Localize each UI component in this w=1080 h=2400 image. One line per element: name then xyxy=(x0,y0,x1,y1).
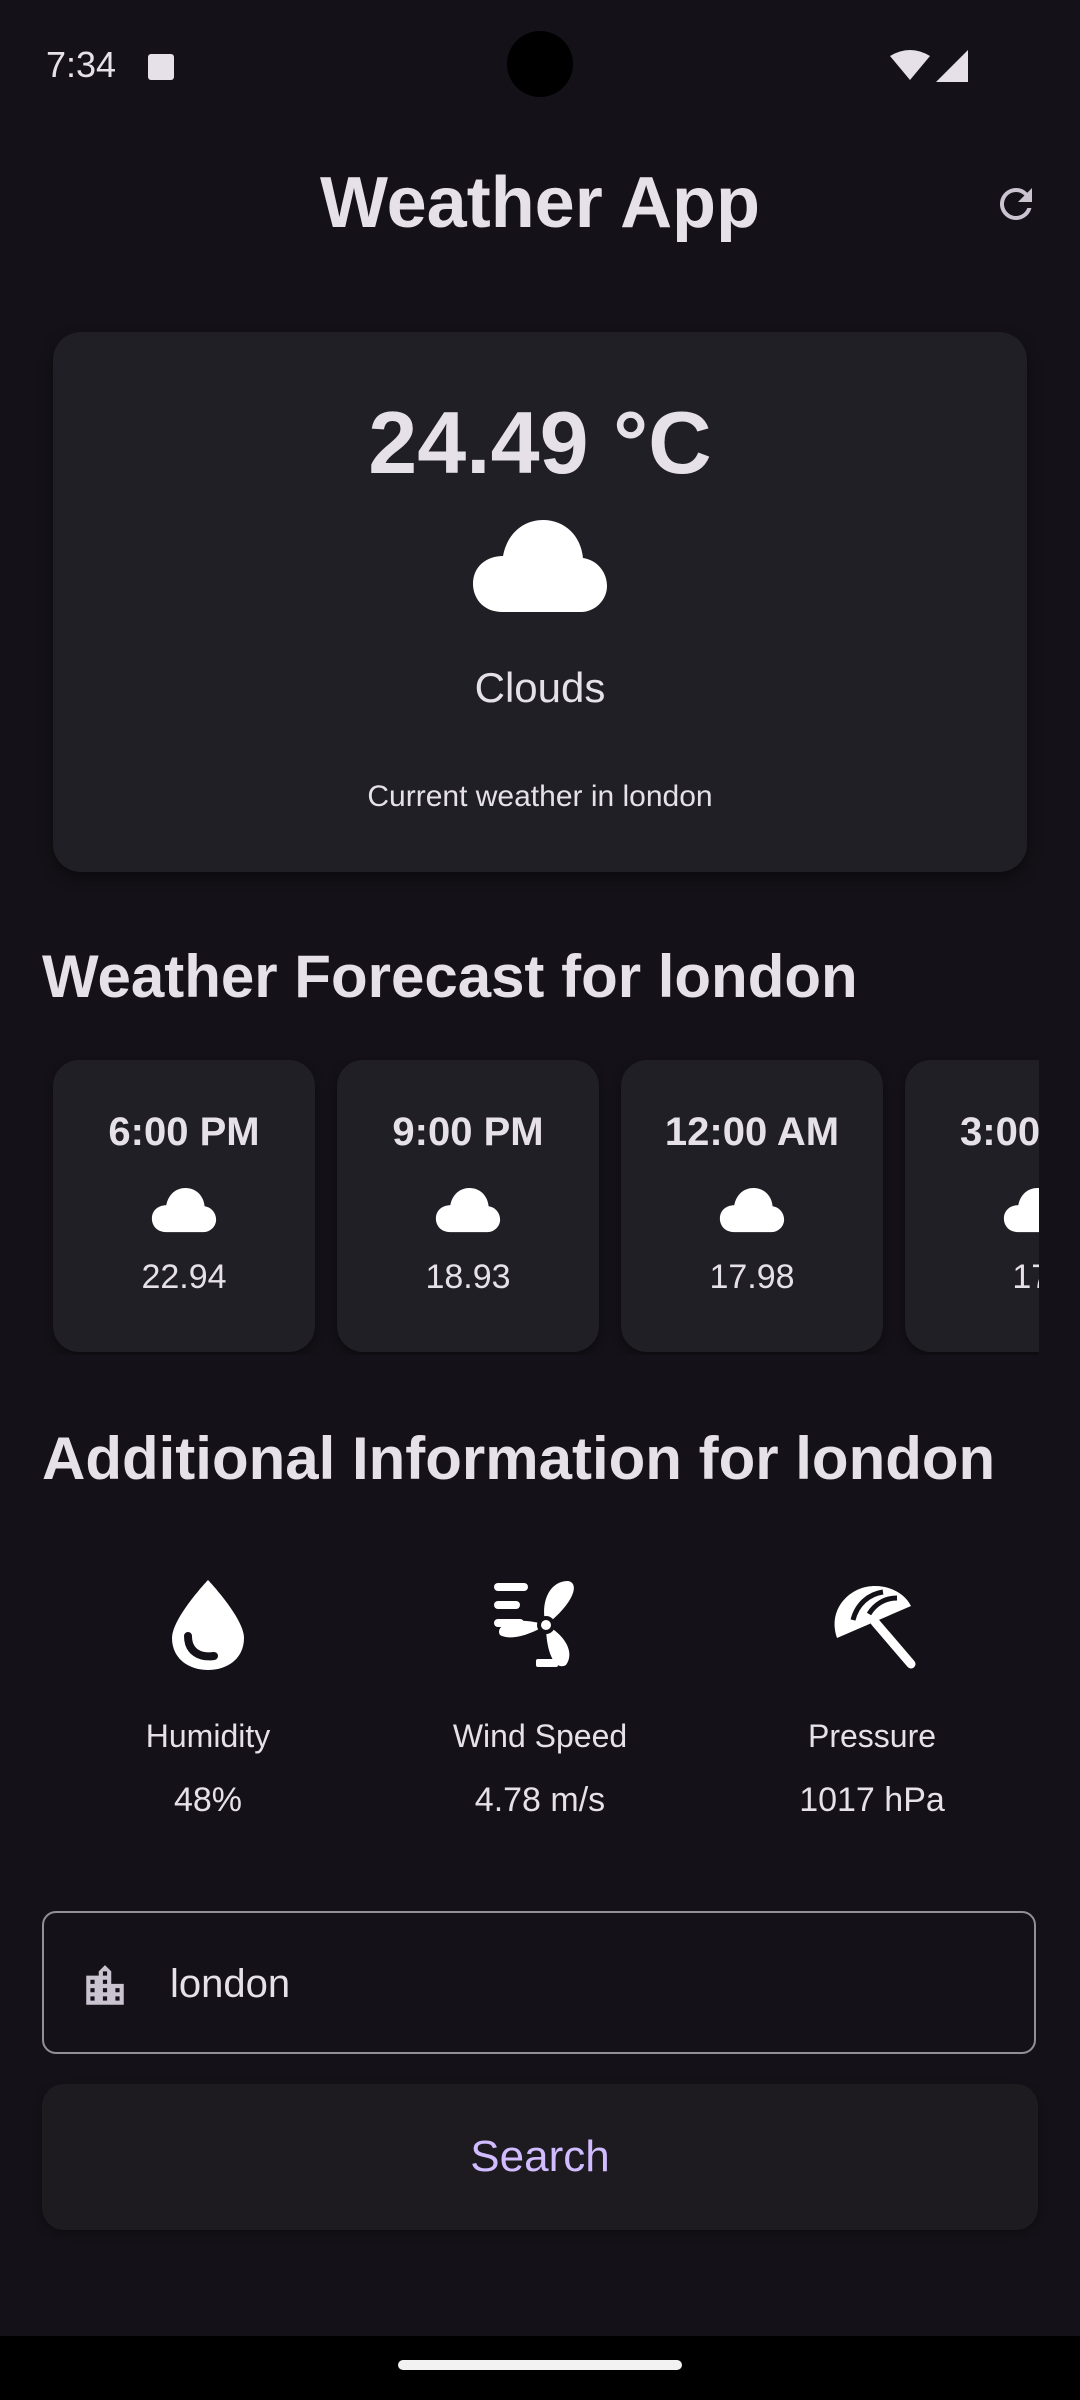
humidity-info: Humidity 48% xyxy=(58,1570,358,1820)
wifi-icon xyxy=(890,50,930,80)
current-condition: Clouds xyxy=(474,664,606,711)
refresh-button[interactable] xyxy=(988,176,1044,232)
water-drop-icon xyxy=(172,1580,244,1670)
beach-umbrella-icon xyxy=(834,1586,916,1669)
pressure-label: Pressure xyxy=(807,1718,937,1754)
cloud-icon xyxy=(719,1188,785,1233)
gesture-navigation-bar xyxy=(0,2336,1080,2400)
wind-speed-value: 4.78 m/s xyxy=(474,1781,606,1819)
forecast-list[interactable]: 6:00 PM 22.94 9:00 PM 18.93 12:00 AM 17.… xyxy=(42,1055,1039,1355)
forecast-title: Weather Forecast for london xyxy=(42,943,858,1010)
status-bar: 7:34 xyxy=(0,0,1080,130)
pressure-info: Pressure 1017 hPa xyxy=(722,1570,1022,1820)
search-input[interactable] xyxy=(168,1943,992,2025)
status-time: 7:34 xyxy=(46,44,117,85)
cloud-icon xyxy=(151,1188,217,1233)
air-icon xyxy=(494,1581,574,1667)
additional-info-row: Humidity 48% Wind Speed 4.78 m/s Pressur… xyxy=(0,1570,1080,1820)
refresh-icon xyxy=(999,187,1032,220)
humidity-value: 48% xyxy=(173,1781,243,1819)
forecast-card: 3:00 AM 17. xyxy=(905,1060,1039,1352)
current-weather-card: 24.49 °C Clouds Current weather in londo… xyxy=(53,332,1027,872)
forecast-temp: 17.98 xyxy=(709,1258,795,1296)
forecast-card: 9:00 PM 18.93 xyxy=(337,1060,599,1352)
signal-icon xyxy=(936,50,968,82)
wind-speed-info: Wind Speed 4.78 m/s xyxy=(390,1570,690,1820)
camera-cutout xyxy=(507,31,573,97)
search-button[interactable]: Search xyxy=(42,2084,1038,2230)
search-button-label: Search xyxy=(470,2132,610,2181)
cloud-icon xyxy=(1003,1188,1039,1233)
wind-speed-label: Wind Speed xyxy=(452,1718,628,1754)
cloud-icon xyxy=(435,1188,501,1233)
forecast-card: 12:00 AM 17.98 xyxy=(621,1060,883,1352)
additional-info-title: Additional Information for london xyxy=(42,1425,996,1492)
forecast-time: 6:00 PM xyxy=(108,1110,260,1154)
app-bar: Weather App xyxy=(0,150,1080,260)
cloud-icon xyxy=(473,520,607,612)
forecast-time: 3:00 AM xyxy=(960,1110,1039,1154)
home-indicator[interactable] xyxy=(398,2360,682,2370)
forecast-temp: 22.94 xyxy=(141,1258,227,1296)
pressure-value: 1017 hPa xyxy=(799,1781,945,1819)
humidity-label: Humidity xyxy=(145,1718,271,1754)
forecast-temp: 18.93 xyxy=(425,1258,511,1296)
app-title: Weather App xyxy=(319,163,761,243)
forecast-temp: 17. xyxy=(1012,1258,1039,1296)
forecast-time: 12:00 AM xyxy=(664,1110,840,1154)
forecast-time: 9:00 PM xyxy=(392,1110,544,1154)
location-city-icon xyxy=(86,1965,124,2005)
current-temperature: 24.49 °C xyxy=(368,393,712,492)
city-search-field[interactable] xyxy=(42,1911,1036,2054)
keyboard-notification-icon xyxy=(148,54,174,80)
forecast-card: 6:00 PM 22.94 xyxy=(53,1060,315,1352)
current-caption: Current weather in london xyxy=(367,780,713,813)
